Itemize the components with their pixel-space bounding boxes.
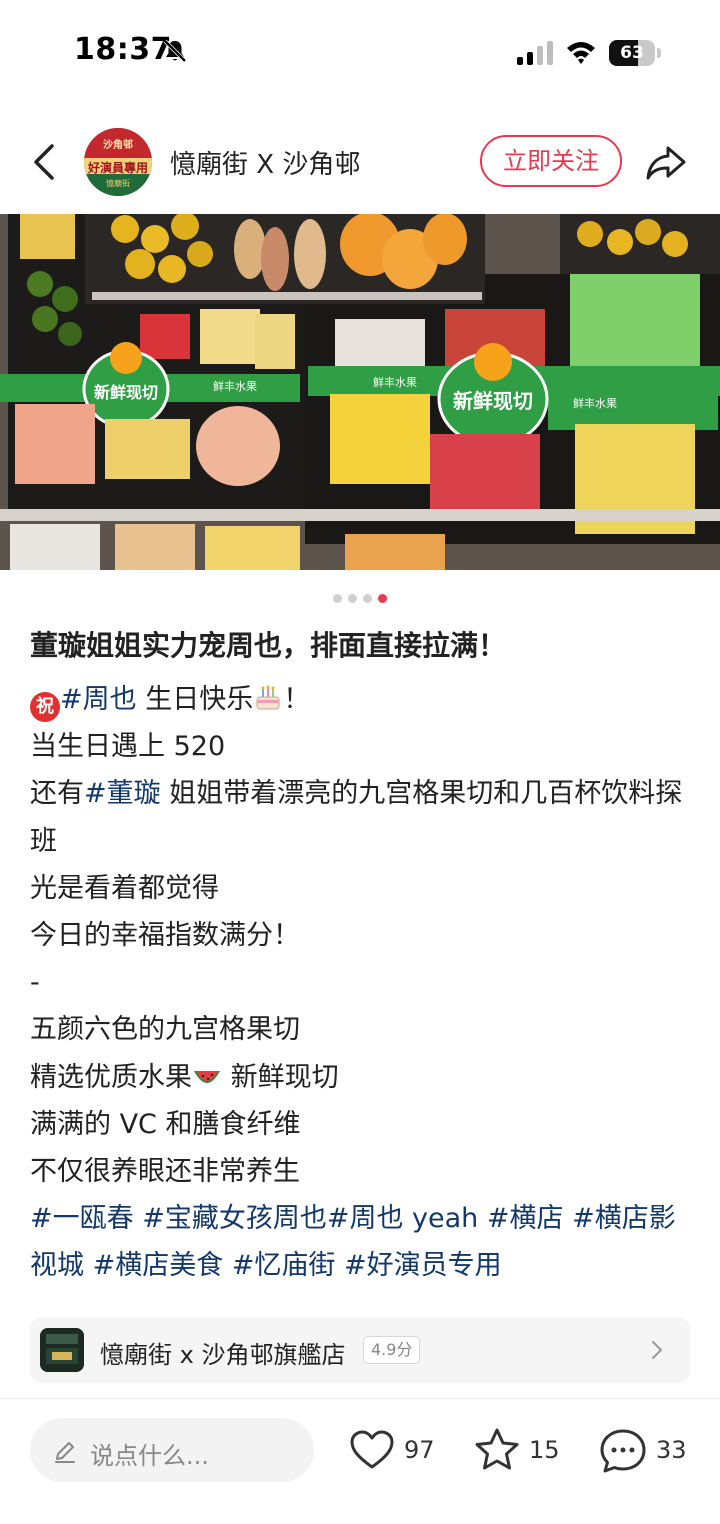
body-text: 还有 bbox=[30, 778, 84, 810]
author-name[interactable]: 憶廟街 X 沙角邨 bbox=[170, 144, 360, 181]
body-line-9: 满满的 VC 和膳食纤维 bbox=[30, 1108, 301, 1140]
bell-muted-icon bbox=[163, 39, 187, 63]
birthday-cake-icon bbox=[256, 685, 280, 710]
cellular-signal-icon bbox=[517, 41, 553, 65]
note-header: 沙角邨 好演員專用 憶廟街 憶廟街 X 沙角邨 立即关注 bbox=[0, 118, 720, 206]
shop-card[interactable]: 憶廟街 x 沙角邨旗艦店 4.9分 bbox=[30, 1317, 690, 1383]
follow-button[interactable]: 立即关注 bbox=[480, 135, 622, 187]
like-count: 97 bbox=[404, 1436, 435, 1464]
author-avatar[interactable]: 沙角邨 好演員專用 憶廟街 bbox=[84, 128, 152, 196]
star-icon bbox=[475, 1428, 519, 1470]
carousel-dot bbox=[333, 594, 342, 603]
body-line-4: 光是看着都觉得 bbox=[30, 872, 219, 904]
pen-icon bbox=[55, 1442, 75, 1463]
comment-input[interactable]: 说点什么... bbox=[30, 1418, 314, 1482]
battery-level-text: 63 bbox=[620, 43, 644, 63]
body-text: 精选优质水果 bbox=[30, 1061, 192, 1093]
comment-count: 33 bbox=[656, 1436, 687, 1464]
carousel-dot bbox=[363, 594, 372, 603]
body-line-8: 精选优质水果 新鲜现切 bbox=[30, 1054, 694, 1101]
post-body: 祝 #周也 生日快乐 ！ 当生日遇上 520 还有#董璇 姐姐带着漂亮的九宫格果切… bbox=[30, 676, 694, 1290]
like-button[interactable]: 97 bbox=[348, 1426, 438, 1476]
fruit-boxes-photo: 新鲜现切 新鲜现切 鲜丰水果 鲜丰水果 鲜丰水果 bbox=[0, 214, 720, 570]
shop-name: 憶廟街 x 沙角邨旗艦店 bbox=[100, 1341, 346, 1369]
back-arrow-icon[interactable] bbox=[26, 140, 66, 184]
status-time: 18:37 bbox=[74, 32, 172, 67]
shop-logo bbox=[40, 1328, 84, 1372]
comment-placeholder: 说点什么... bbox=[90, 1442, 209, 1470]
post-title: 董璇姐姐实力宠周也，排面直接拉满！ bbox=[30, 629, 507, 662]
avatar-logo-text-top: 沙角邨 bbox=[103, 140, 133, 151]
post-hashtags[interactable]: #一瓯春 #宝藏女孩周也#周也 yeah #横店 #横店影视城 #横店美食 #忆… bbox=[30, 1195, 694, 1289]
body-line-5: 今日的幸福指数满分！ bbox=[30, 920, 300, 952]
body-line-10: 不仅很养眼还非常养生 bbox=[30, 1156, 300, 1188]
favorite-count: 15 bbox=[529, 1436, 560, 1464]
carousel-dot bbox=[378, 594, 387, 603]
comment-button[interactable]: 33 bbox=[598, 1426, 698, 1476]
sticker-text-right: 新鲜现切 bbox=[453, 389, 533, 413]
status-bar: 18:37 63 bbox=[0, 0, 720, 108]
wifi-icon bbox=[567, 42, 595, 64]
battery-icon: 63 bbox=[609, 40, 661, 66]
watermelon-icon bbox=[194, 1070, 220, 1083]
hashtag-zhouye[interactable]: #周也 bbox=[60, 684, 137, 715]
avatar-logo-text-bottom: 憶廟街 bbox=[106, 179, 130, 188]
post-image[interactable]: 新鲜现切 新鲜现切 鲜丰水果 鲜丰水果 鲜丰水果 bbox=[0, 214, 720, 570]
brand-label-2: 鲜丰水果 bbox=[573, 396, 617, 410]
body-line-6: - bbox=[30, 967, 40, 999]
comment-bubble-icon bbox=[600, 1429, 646, 1473]
body-text-end: ！ bbox=[283, 684, 311, 715]
favorite-button[interactable]: 15 bbox=[473, 1426, 563, 1476]
body-line-1: 祝 #周也 生日快乐 ！ bbox=[30, 676, 694, 723]
brand-label-1: 鲜丰水果 bbox=[373, 375, 417, 389]
sticker-text-left: 新鲜现切 bbox=[94, 383, 158, 402]
body-line-3: 还有#董璇 姐姐带着漂亮的九宫格果切和几百杯饮料探班 bbox=[30, 770, 694, 864]
shop-rating-badge: 4.9分 bbox=[363, 1336, 421, 1364]
body-line-7: 五颜六色的九宫格果切 bbox=[30, 1014, 300, 1046]
bottom-divider bbox=[0, 1398, 720, 1399]
avatar-logo-text-mid: 好演員專用 bbox=[87, 161, 148, 175]
body-text: 新鲜现切 bbox=[222, 1061, 339, 1093]
body-line-2: 当生日遇上 520 bbox=[30, 731, 226, 763]
congrats-emoji-icon: 祝 bbox=[30, 692, 60, 722]
hashtag-dongxuan[interactable]: #董璇 bbox=[84, 778, 161, 809]
chevron-right-icon bbox=[652, 1341, 662, 1359]
heart-icon bbox=[350, 1430, 394, 1469]
carousel-indicator bbox=[0, 588, 720, 603]
share-icon[interactable] bbox=[644, 140, 688, 184]
body-text: 生日快乐 bbox=[136, 684, 254, 715]
brand-label-3: 鲜丰水果 bbox=[213, 379, 257, 393]
carousel-dot bbox=[348, 594, 357, 603]
